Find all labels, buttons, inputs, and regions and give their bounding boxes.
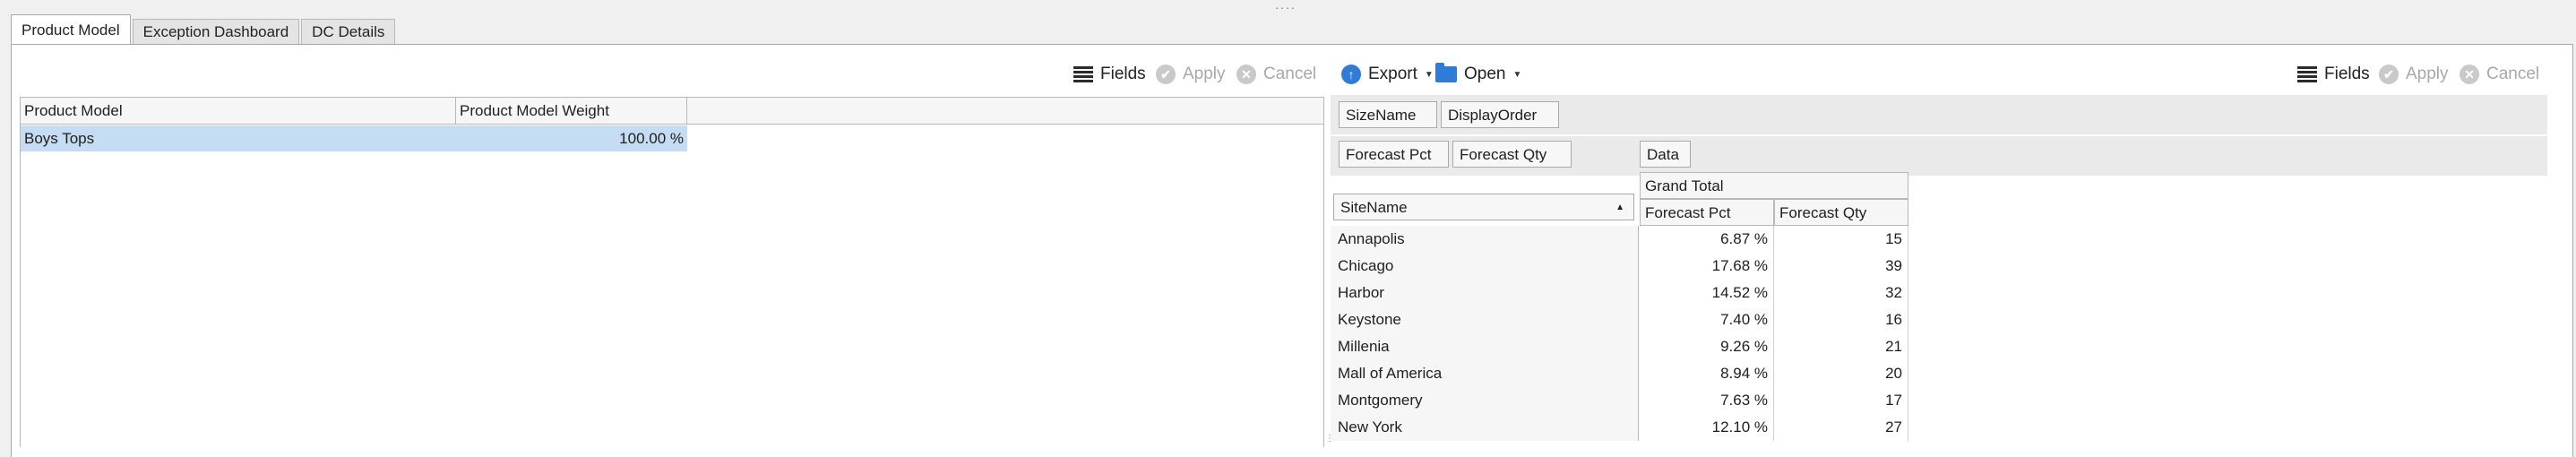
cell-product-model[interactable]: Boys Tops bbox=[21, 125, 456, 151]
cell-product-model-weight[interactable]: 100.00 % bbox=[456, 125, 687, 151]
pivot-row[interactable]: Montgomery 7.63 % 17 bbox=[1331, 387, 1908, 414]
right-apply-label: Apply bbox=[2406, 65, 2449, 83]
cell-forecast-pct[interactable]: 6.87 % bbox=[1639, 226, 1774, 253]
cell-forecast-pct[interactable]: 17.68 % bbox=[1639, 253, 1774, 280]
cell-forecast-qty[interactable]: 39 bbox=[1774, 253, 1908, 280]
fields-list-icon bbox=[1073, 66, 1093, 82]
panel-resize-grip[interactable]: .... bbox=[1270, 0, 1302, 11]
cancel-icon: ✕ bbox=[1236, 65, 1256, 84]
export-label: Export bbox=[1368, 65, 1417, 83]
column-header-product-model-weight[interactable]: Product Model Weight bbox=[456, 98, 687, 125]
filter-field-displayorder[interactable]: DisplayOrder bbox=[1441, 101, 1559, 128]
cell-forecast-pct[interactable]: 12.10 % bbox=[1639, 414, 1774, 441]
cell-forecast-pct[interactable]: 7.40 % bbox=[1639, 306, 1774, 333]
filter-field-sizename[interactable]: SizeName bbox=[1339, 101, 1437, 128]
product-model-grid: Product Model Product Model Weight Boys … bbox=[20, 97, 1324, 447]
grid-header: Product Model Product Model Weight bbox=[21, 98, 1323, 125]
cell-forecast-qty[interactable]: 17 bbox=[1774, 387, 1908, 414]
tab-product-model[interactable]: Product Model bbox=[11, 14, 131, 45]
pivot-row[interactable]: Harbor 14.52 % 32 bbox=[1331, 280, 1908, 306]
open-label: Open bbox=[1464, 65, 1506, 83]
left-apply-label: Apply bbox=[1183, 65, 1226, 83]
right-fields-button[interactable]: Fields bbox=[2297, 65, 2370, 84]
cell-forecast-qty[interactable]: 32 bbox=[1774, 280, 1908, 306]
pivot-row[interactable]: Chicago 17.68 % 39 bbox=[1331, 253, 1908, 280]
fields-list-icon bbox=[2297, 66, 2317, 82]
left-apply-button[interactable]: ✔ Apply bbox=[1156, 65, 1226, 84]
check-icon: ✔ bbox=[2379, 65, 2399, 84]
row-header-site[interactable]: Keystone bbox=[1331, 306, 1639, 333]
splitter-handle-icon[interactable]: ⋮ bbox=[1325, 434, 1334, 445]
folder-icon bbox=[1435, 63, 1457, 82]
pivot-row[interactable]: Annapolis 6.87 % 15 bbox=[1331, 226, 1908, 253]
row-header-site[interactable]: Millenia bbox=[1331, 333, 1639, 360]
chevron-down-icon: ▼ bbox=[1512, 69, 1522, 80]
row-header-site[interactable]: New York bbox=[1331, 414, 1639, 441]
check-icon: ✔ bbox=[1156, 65, 1176, 84]
open-button[interactable]: Open ▼ bbox=[1435, 63, 1522, 84]
sort-ascending-icon: ▲ bbox=[1615, 203, 1624, 212]
cell-forecast-pct[interactable]: 8.94 % bbox=[1639, 360, 1774, 387]
cell-forecast-pct[interactable]: 9.26 % bbox=[1639, 333, 1774, 360]
right-apply-button[interactable]: ✔ Apply bbox=[2379, 65, 2449, 84]
row-field-sitename-label: SiteName bbox=[1340, 199, 1408, 216]
row-header-site[interactable]: Mall of America bbox=[1331, 360, 1639, 387]
cancel-icon: ✕ bbox=[2460, 65, 2479, 84]
tab-dc-details[interactable]: DC Details bbox=[301, 19, 396, 45]
tab-exception-dashboard[interactable]: Exception Dashboard bbox=[132, 19, 300, 45]
export-icon: ↑ bbox=[1341, 65, 1361, 84]
row-header-site[interactable]: Annapolis bbox=[1331, 226, 1639, 253]
right-cancel-button[interactable]: ✕ Cancel bbox=[2460, 65, 2539, 84]
data-field-forecast-pct[interactable]: Forecast Pct bbox=[1339, 141, 1449, 168]
left-fields-button[interactable]: Fields bbox=[1073, 65, 1146, 84]
cell-forecast-qty[interactable]: 21 bbox=[1774, 333, 1908, 360]
row-header-site[interactable]: Montgomery bbox=[1331, 387, 1639, 414]
cell-forecast-qty[interactable]: 15 bbox=[1774, 226, 1908, 253]
row-field-sitename[interactable]: SiteName ▲ bbox=[1333, 194, 1634, 220]
cell-forecast-qty[interactable]: 27 bbox=[1774, 414, 1908, 441]
left-cancel-label: Cancel bbox=[1263, 65, 1317, 83]
grand-total-header: Grand Total bbox=[1640, 172, 1908, 199]
row-header-site[interactable]: Chicago bbox=[1331, 253, 1639, 280]
tab-strip: Product Model Exception Dashboard DC Det… bbox=[11, 14, 397, 45]
pivot-row[interactable]: Millenia 9.26 % 21 bbox=[1331, 333, 1908, 360]
left-cancel-button[interactable]: ✕ Cancel bbox=[1236, 65, 1316, 84]
cell-forecast-qty[interactable]: 16 bbox=[1774, 306, 1908, 333]
value-header-forecast-qty[interactable]: Forecast Qty bbox=[1774, 199, 1908, 226]
right-cancel-label: Cancel bbox=[2486, 65, 2540, 83]
row-header-site[interactable]: Harbor bbox=[1331, 280, 1639, 306]
left-fields-label: Fields bbox=[1100, 65, 1146, 83]
value-header-forecast-pct[interactable]: Forecast Pct bbox=[1640, 199, 1774, 226]
chevron-down-icon: ▼ bbox=[1424, 69, 1434, 80]
table-row[interactable]: Boys Tops 100.00 % bbox=[21, 125, 687, 151]
cell-forecast-qty[interactable]: 20 bbox=[1774, 360, 1908, 387]
pivot-row[interactable]: Mall of America 8.94 % 20 bbox=[1331, 360, 1908, 387]
data-field-forecast-qty[interactable]: Forecast Qty bbox=[1452, 141, 1572, 168]
pivot-row[interactable]: Keystone 7.40 % 16 bbox=[1331, 306, 1908, 333]
column-area-data[interactable]: Data bbox=[1640, 141, 1691, 168]
export-button[interactable]: ↑ Export ▼ bbox=[1341, 65, 1434, 84]
column-header-product-model[interactable]: Product Model bbox=[21, 98, 456, 125]
column-header-filler bbox=[687, 98, 1323, 125]
cell-forecast-pct[interactable]: 7.63 % bbox=[1639, 387, 1774, 414]
pivot-grid: SizeName DisplayOrder Forecast Pct Forec… bbox=[1331, 95, 2547, 449]
cell-forecast-pct[interactable]: 14.52 % bbox=[1639, 280, 1774, 306]
right-fields-label: Fields bbox=[2324, 65, 2370, 83]
pivot-row[interactable]: New York 12.10 % 27 bbox=[1331, 414, 1908, 441]
